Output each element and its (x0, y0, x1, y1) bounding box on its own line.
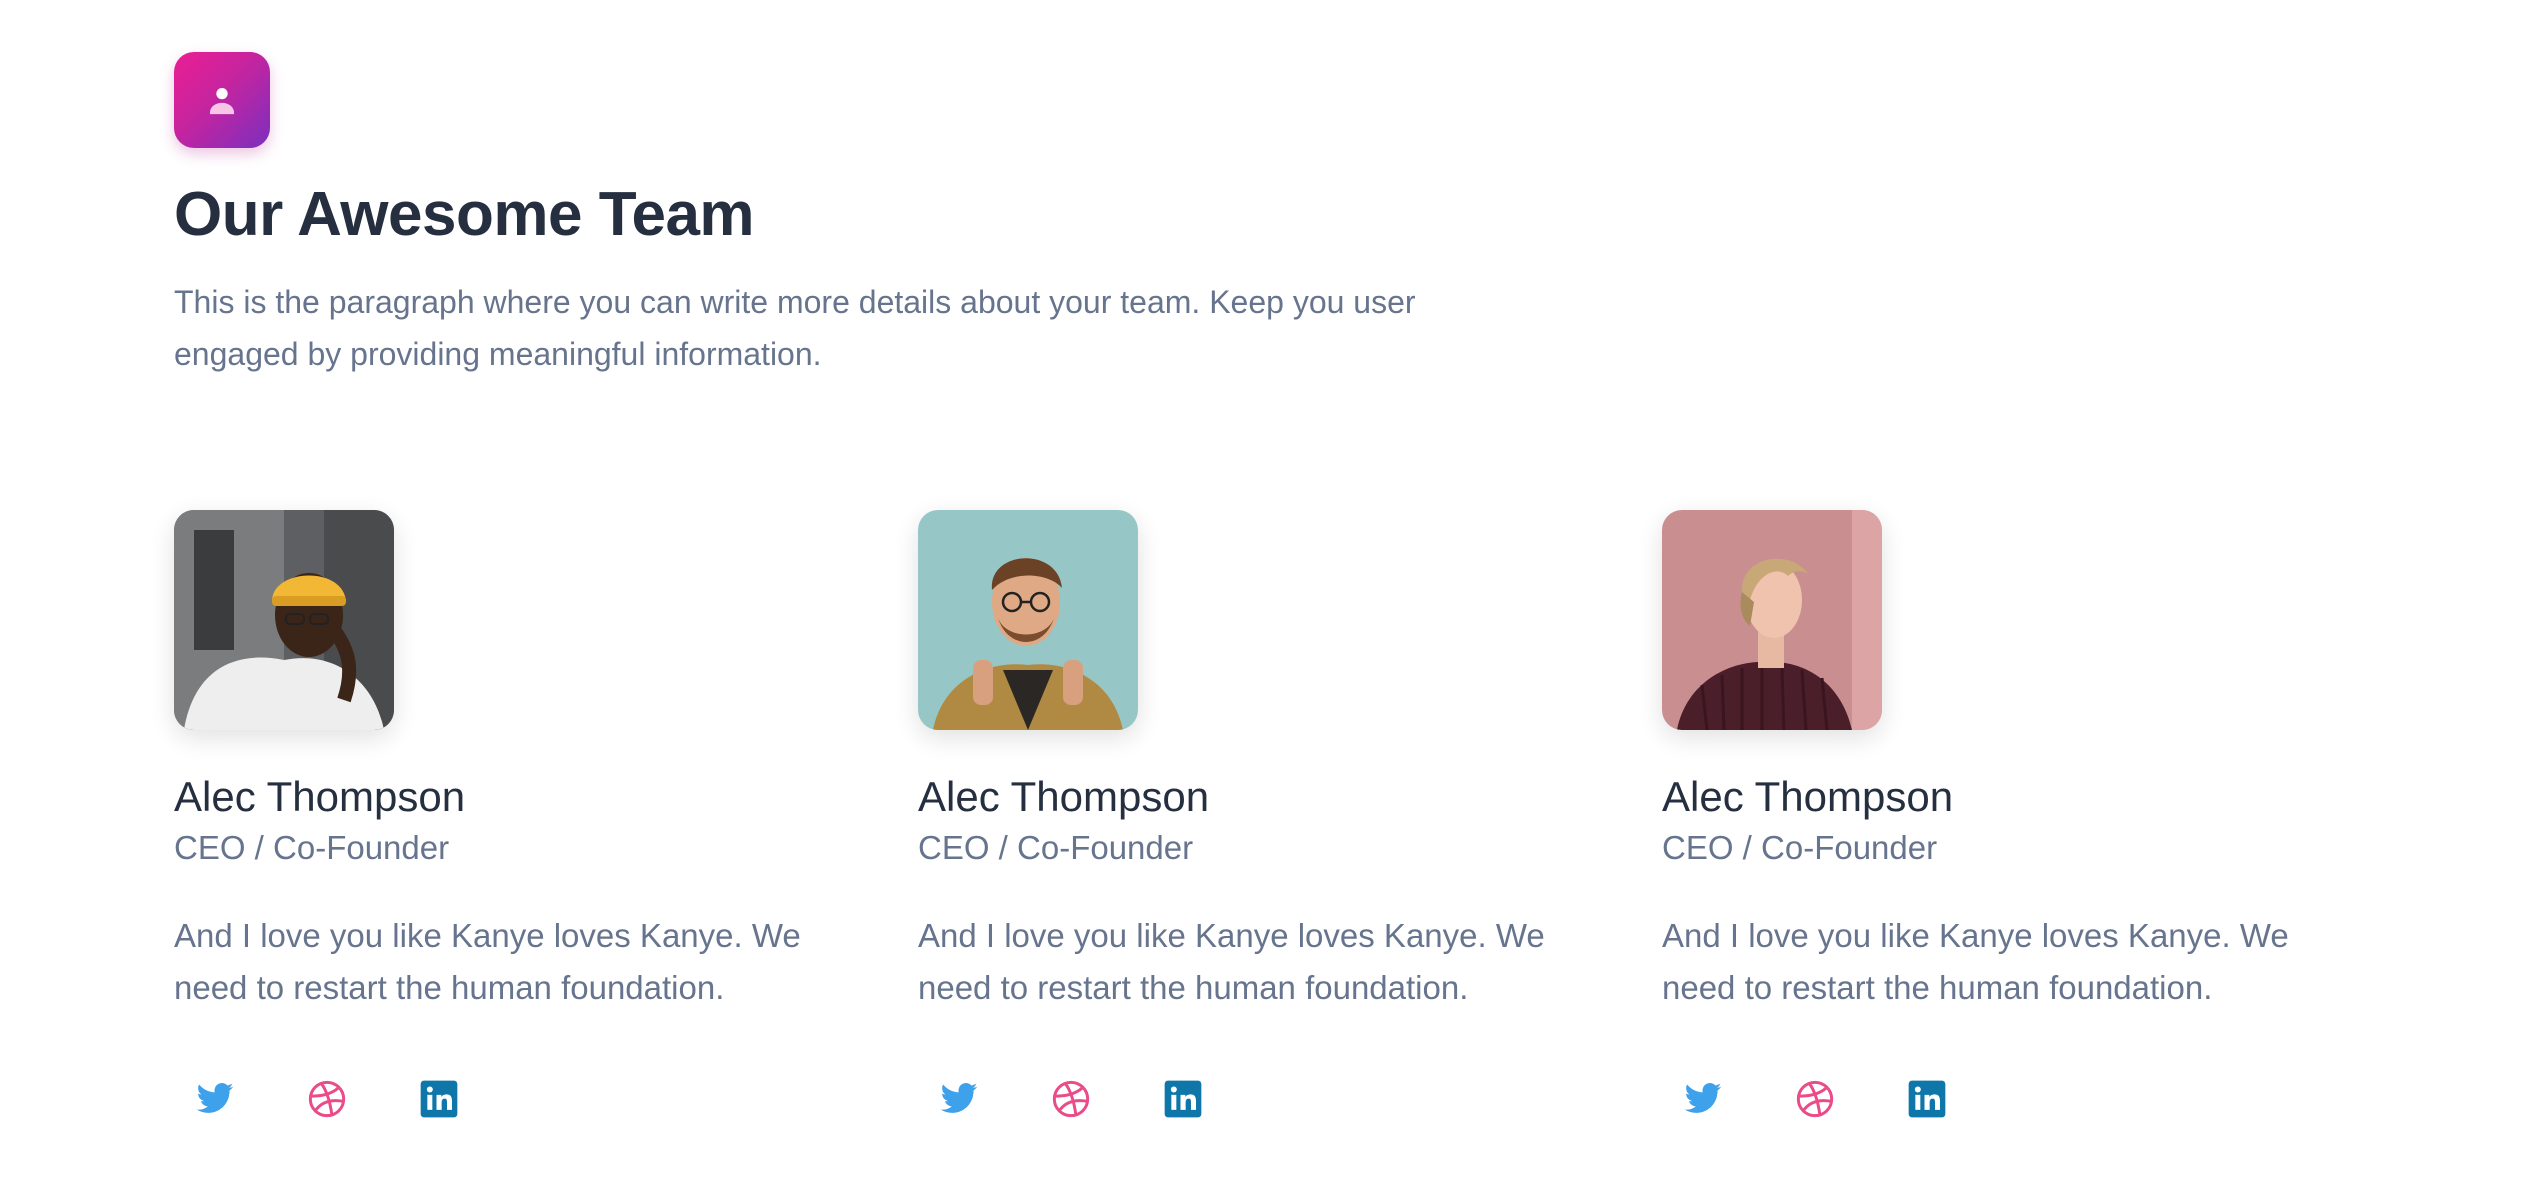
member-bio: And I love you like Kanye loves Kanye. W… (1662, 917, 2289, 1006)
member-photo (1662, 510, 1882, 730)
team-member-card: Alec Thompson CEO / Co-Founder And I lov… (1662, 510, 2342, 1118)
member-bio: And I love you like Kanye loves Kanye. W… (918, 917, 1545, 1006)
team-section: Our Awesome Team This is the paragraph w… (0, 0, 2538, 1188)
member-role: CEO / Co-Founder (918, 829, 1194, 866)
member-name: Alec Thompson (1662, 773, 1954, 820)
member-name: Alec Thompson (918, 773, 1210, 820)
member-photo (918, 510, 1138, 730)
dribbble-icon[interactable] (1044, 1072, 1098, 1126)
social-links (1676, 1072, 1954, 1126)
twitter-icon[interactable] (1676, 1072, 1730, 1126)
twitter-icon[interactable] (188, 1072, 242, 1126)
member-photo (174, 510, 394, 730)
linkedin-icon[interactable] (1156, 1072, 1210, 1126)
twitter-icon[interactable] (932, 1072, 986, 1126)
social-links (188, 1072, 466, 1126)
dribbble-icon[interactable] (300, 1072, 354, 1126)
social-links (932, 1072, 1210, 1126)
page-description: This is the paragraph where you can writ… (174, 284, 1416, 372)
team-member-card: Alec Thompson CEO / Co-Founder And I lov… (918, 510, 1598, 1118)
linkedin-icon[interactable] (412, 1072, 466, 1126)
member-name: Alec Thompson (174, 773, 466, 820)
page-title: Our Awesome Team (174, 180, 755, 249)
member-role: CEO / Co-Founder (1662, 829, 1938, 866)
dribbble-icon[interactable] (1788, 1072, 1842, 1126)
linkedin-icon[interactable] (1900, 1072, 1954, 1126)
user-icon (174, 52, 270, 148)
team-member-card: Alec Thompson CEO / Co-Founder And I lov… (174, 510, 854, 1118)
member-bio: And I love you like Kanye loves Kanye. W… (174, 917, 801, 1006)
member-role: CEO / Co-Founder (174, 829, 450, 866)
